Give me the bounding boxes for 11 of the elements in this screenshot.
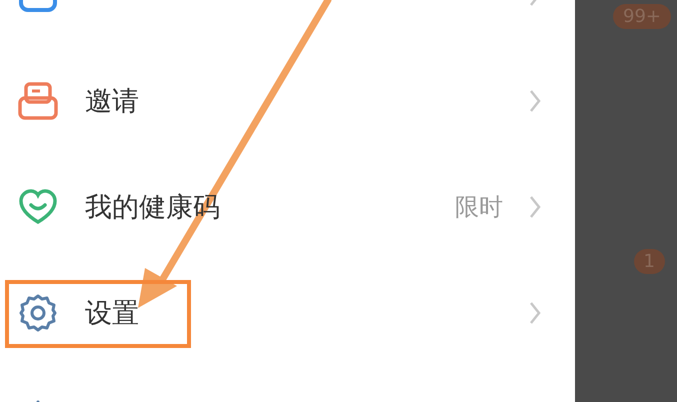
tray-icon — [18, 82, 58, 120]
chevron-icon — [529, 89, 541, 113]
menu-item-label: 邀请 — [85, 85, 140, 119]
menu-item[interactable]: 邀请 — [0, 48, 575, 154]
menu-item[interactable]: 设置 — [0, 260, 575, 366]
chevron-icon — [529, 301, 541, 325]
heart-icon — [18, 189, 58, 225]
time-limited-tag: 限时 — [455, 191, 503, 223]
chevron-icon — [529, 195, 541, 219]
settings-icon — [18, 293, 58, 333]
menu-item-label: 设置 — [85, 297, 140, 331]
